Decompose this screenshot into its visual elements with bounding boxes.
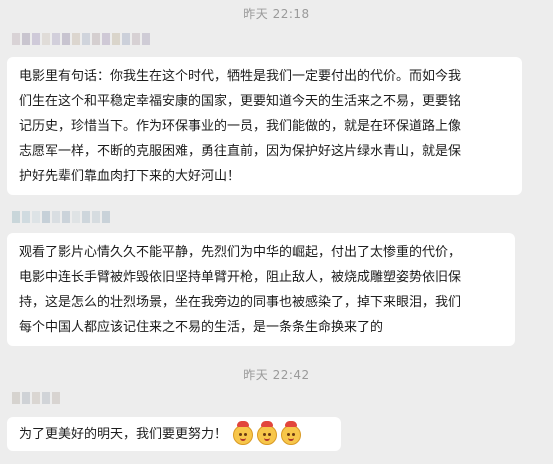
sender-name-blurred <box>12 392 60 404</box>
message-line: 持，这是怎么的壮烈场景，坐在我旁边的同事也被感染了，掉下来眼泪，我们 <box>19 295 462 310</box>
message-bubble[interactable]: 电影里有句话：你我生在这个时代，牺牲是我们一定要付出的代价。而如今我 们生在这个… <box>7 57 522 195</box>
message-line: 志愿军一样，不断的克服困难，勇往直前，因为保护好这片绿水青山，就是保 <box>19 144 462 159</box>
message-line: 每个中国人都应该记住来之不易的生活，是一条条生命换来了的 <box>19 320 384 335</box>
message-line: 电影中连长手臂被炸毁依旧坚持单臂开枪，阻止敌人，被烧成雕塑姿势依旧保 <box>19 270 462 285</box>
chat-view: 昨天 22:18 电影里有句话：你我生在这个时代，牺牲是我们一定要付出的代价。而… <box>0 0 553 464</box>
message-line: 护好先辈们靠血肉打下来的大好河山！ <box>19 169 241 184</box>
message-line: 观看了影片心情久久不能平静，先烈们为中华的崛起，付出了太惨重的代价， <box>19 245 462 260</box>
message-bubble[interactable]: 观看了影片心情久久不能平静，先烈们为中华的崛起，付出了太惨重的代价， 电影中连长… <box>7 233 515 346</box>
timestamp: 昨天 22:42 <box>243 368 310 382</box>
timestamp: 昨天 22:18 <box>243 7 310 21</box>
party-face-icon <box>233 420 254 445</box>
sender-name-blurred <box>12 33 150 45</box>
message-line: 记历史，珍惜当下。作为环保事业的一员，我们能做的，就是在环保道路上像 <box>19 119 462 134</box>
party-face-icon <box>257 420 278 445</box>
party-face-icon <box>281 420 302 445</box>
emoji-group <box>233 420 302 445</box>
message-line: 们生在这个和平稳定幸福安康的国家，更要知道今天的生活来之不易，更要铭 <box>19 94 462 109</box>
sender-name-blurred <box>12 211 110 223</box>
message-text: 为了更美好的明天，我们要更努力！ <box>19 427 228 442</box>
message-line: 电影里有句话：你我生在这个时代，牺牲是我们一定要付出的代价。而如今我 <box>19 69 462 84</box>
message-bubble[interactable]: 为了更美好的明天，我们要更努力！ <box>7 417 341 451</box>
